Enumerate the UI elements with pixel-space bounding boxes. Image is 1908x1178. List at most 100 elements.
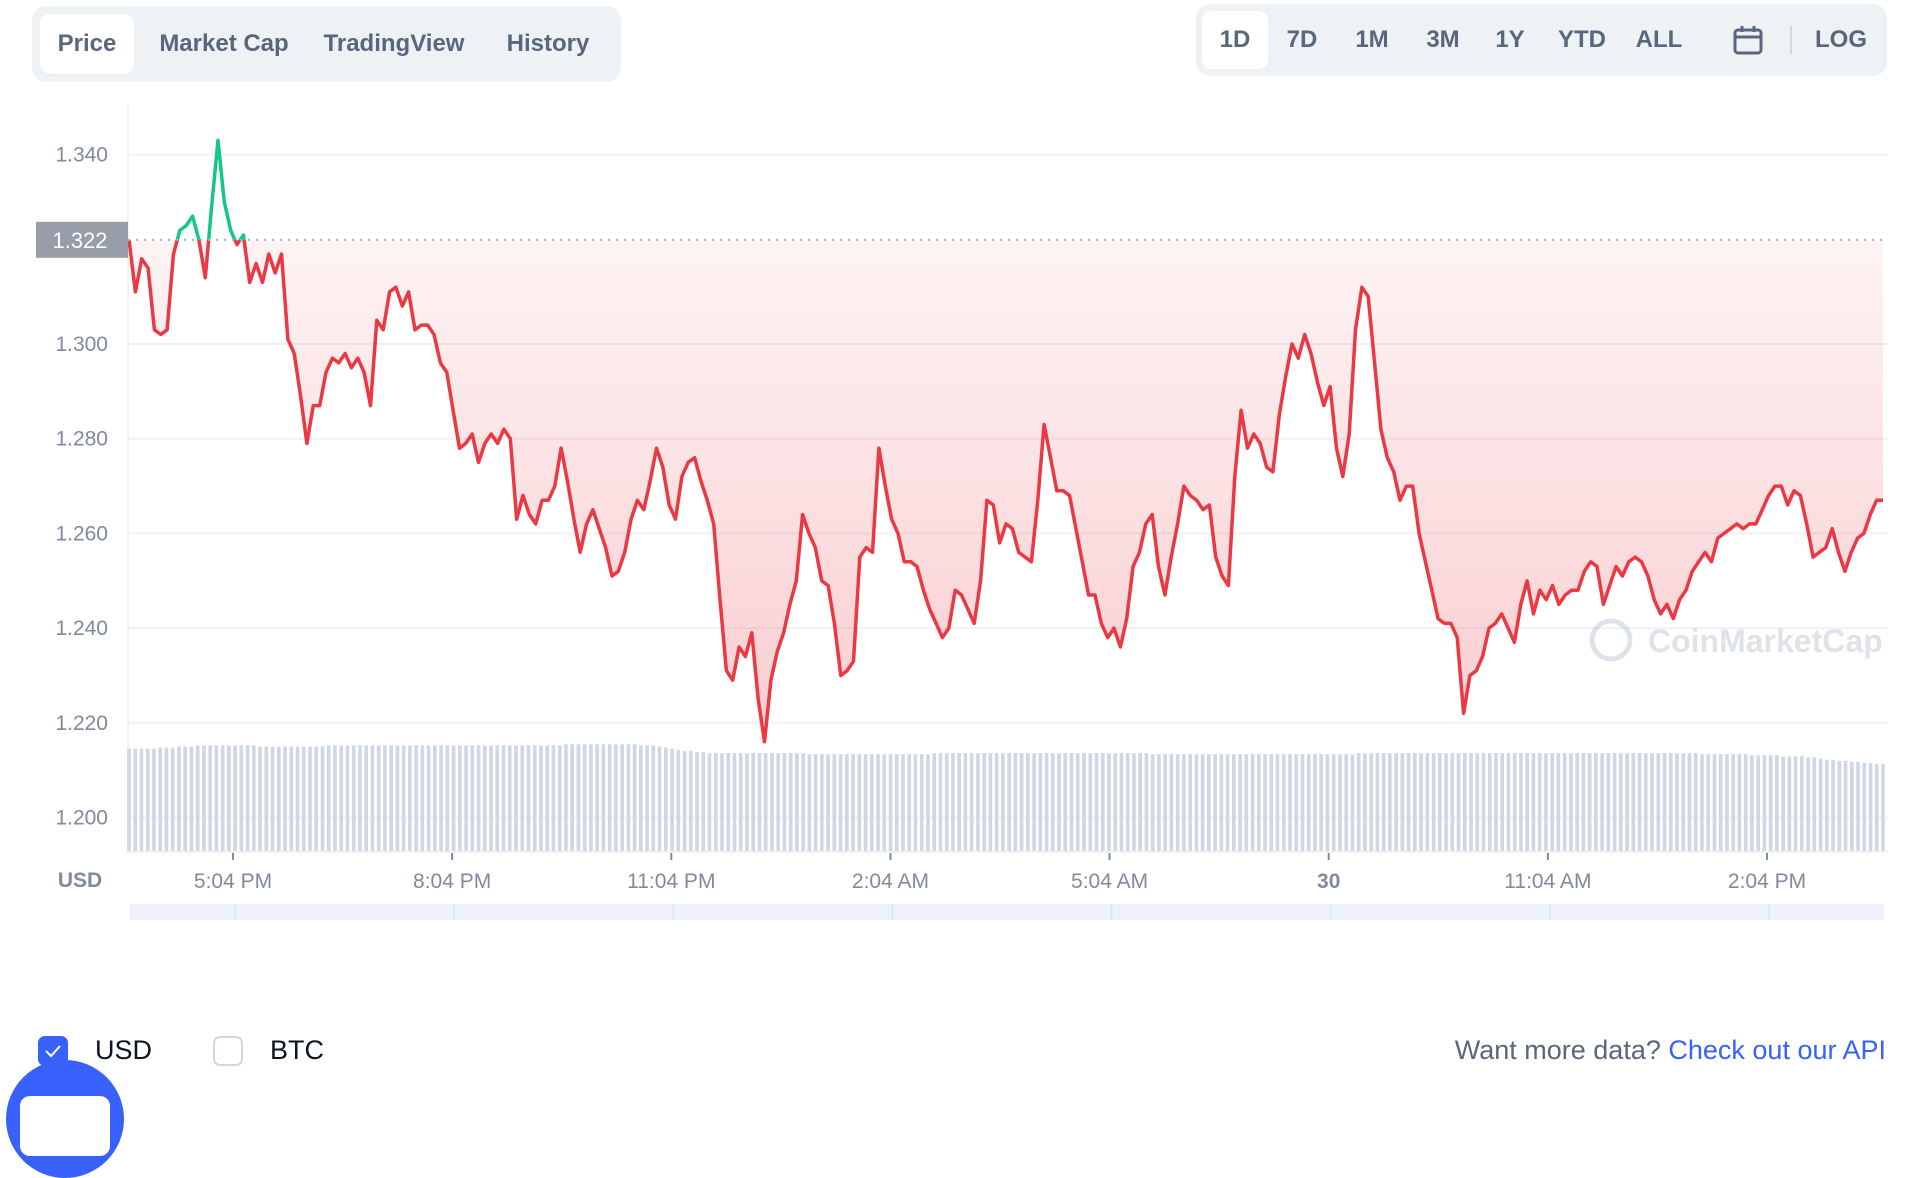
volume-bar bbox=[202, 745, 206, 851]
volume-bar bbox=[1432, 753, 1436, 851]
volume-bar bbox=[1694, 753, 1698, 851]
volume-bar bbox=[1731, 754, 1735, 851]
volume-bar bbox=[1800, 756, 1804, 851]
volume-bar bbox=[1750, 755, 1754, 851]
volume-bar bbox=[808, 754, 812, 851]
y-tick-label: 1.300 bbox=[55, 333, 108, 356]
tab-tradingview[interactable]: TradingView bbox=[314, 14, 474, 74]
volume-bar bbox=[408, 745, 412, 851]
volume-bar bbox=[1769, 755, 1773, 851]
volume-bar bbox=[389, 745, 393, 851]
y-tick-label: 1.220 bbox=[55, 712, 108, 735]
volume-bar bbox=[514, 745, 518, 851]
volume-bar bbox=[914, 754, 918, 851]
volume-bar bbox=[776, 753, 780, 851]
volume-bar bbox=[1706, 754, 1710, 851]
btc-checkbox[interactable] bbox=[213, 1036, 243, 1066]
range-1y[interactable]: 1Y bbox=[1482, 11, 1538, 69]
log-scale-toggle[interactable]: LOG bbox=[1804, 11, 1878, 69]
fab-inner bbox=[20, 1096, 110, 1156]
price-series bbox=[129, 140, 1883, 741]
volume-bar bbox=[926, 754, 930, 851]
volume-bar bbox=[851, 754, 855, 851]
volume-bar bbox=[283, 747, 287, 852]
volume-bar bbox=[1095, 753, 1099, 851]
volume-bar bbox=[1132, 753, 1136, 851]
volume-bar bbox=[1588, 753, 1592, 851]
volume-bar bbox=[1569, 753, 1573, 851]
volume-bar bbox=[1862, 763, 1866, 851]
volume-bar bbox=[1644, 753, 1648, 851]
volume-bar bbox=[1881, 764, 1885, 851]
btc-label: BTC bbox=[270, 1030, 324, 1070]
volume-bar bbox=[302, 747, 306, 852]
volume-bar bbox=[558, 745, 562, 851]
tab-market-cap[interactable]: Market Cap bbox=[144, 14, 304, 74]
volume-bar bbox=[1457, 753, 1461, 851]
x-tick-label: 2:04 AM bbox=[852, 870, 929, 893]
volume-bar bbox=[1276, 754, 1280, 851]
volume-bar bbox=[1681, 753, 1685, 851]
volume-bar bbox=[814, 754, 818, 851]
volume-bar bbox=[564, 744, 568, 851]
volume-bar bbox=[676, 750, 680, 851]
volume-bar bbox=[1419, 753, 1423, 851]
volume-bar bbox=[1713, 754, 1717, 851]
volume-bar bbox=[751, 753, 755, 851]
range-all[interactable]: ALL bbox=[1626, 11, 1692, 69]
volume-bar bbox=[1426, 753, 1430, 851]
volume-bar bbox=[452, 745, 456, 851]
volume-bar bbox=[1195, 754, 1199, 851]
volume-bar bbox=[1513, 753, 1517, 851]
volume-bar bbox=[1182, 754, 1186, 851]
coinmarketcap-logo-icon bbox=[1592, 621, 1630, 659]
volume-bar bbox=[1001, 753, 1005, 851]
volume-bar bbox=[895, 754, 899, 851]
volume-bar bbox=[1332, 754, 1336, 851]
volume-bar bbox=[1151, 754, 1155, 851]
volume-bar bbox=[989, 753, 993, 851]
api-link[interactable]: Check out our API bbox=[1668, 1035, 1886, 1065]
volume-bar bbox=[1176, 754, 1180, 851]
range-1m[interactable]: 1M bbox=[1340, 11, 1404, 69]
volume-bar bbox=[508, 745, 512, 851]
volume-bar bbox=[358, 745, 362, 851]
volume-bar bbox=[683, 751, 687, 851]
volume-bar bbox=[1875, 764, 1879, 851]
range-ytd[interactable]: YTD bbox=[1546, 11, 1618, 69]
volume-bar bbox=[970, 753, 974, 851]
volume-bar bbox=[1026, 753, 1030, 851]
price-chart[interactable]: CoinMarketCap 1.322 1.3401.3001.2801.260… bbox=[0, 90, 1908, 920]
volume-bar bbox=[1494, 753, 1498, 851]
volume-bar bbox=[127, 749, 131, 851]
volume-bar bbox=[1675, 753, 1679, 851]
volume-bar bbox=[252, 745, 256, 851]
volume-bar bbox=[964, 753, 968, 851]
volume-bar bbox=[533, 745, 537, 851]
volume-bar bbox=[1082, 753, 1086, 851]
volume-bar bbox=[520, 745, 524, 851]
volume-bar bbox=[1563, 753, 1567, 851]
volume-bar bbox=[1781, 756, 1785, 851]
range-3m[interactable]: 3M bbox=[1410, 11, 1476, 69]
volume-bar bbox=[1619, 753, 1623, 851]
calendar-icon[interactable] bbox=[1732, 24, 1764, 56]
range-7d[interactable]: 7D bbox=[1272, 11, 1332, 69]
y-tick-label: 1.260 bbox=[55, 522, 108, 545]
volume-bar bbox=[764, 753, 768, 851]
volume-bar bbox=[346, 745, 350, 851]
range-1d[interactable]: 1D bbox=[1202, 11, 1268, 69]
volume-bar bbox=[1525, 753, 1529, 851]
tab-price[interactable]: Price bbox=[40, 14, 134, 74]
floating-action-button[interactable] bbox=[6, 1060, 124, 1178]
volume-bar bbox=[570, 744, 574, 851]
volume-bar bbox=[1238, 754, 1242, 851]
volume-bar bbox=[227, 745, 231, 851]
volume-bar bbox=[458, 745, 462, 851]
volume-bar bbox=[1039, 753, 1043, 851]
volume-bar bbox=[1763, 755, 1767, 851]
volume-bar bbox=[1756, 755, 1760, 851]
volume-bar bbox=[639, 745, 643, 851]
volume-bar bbox=[795, 753, 799, 851]
tab-history[interactable]: History bbox=[484, 14, 612, 74]
